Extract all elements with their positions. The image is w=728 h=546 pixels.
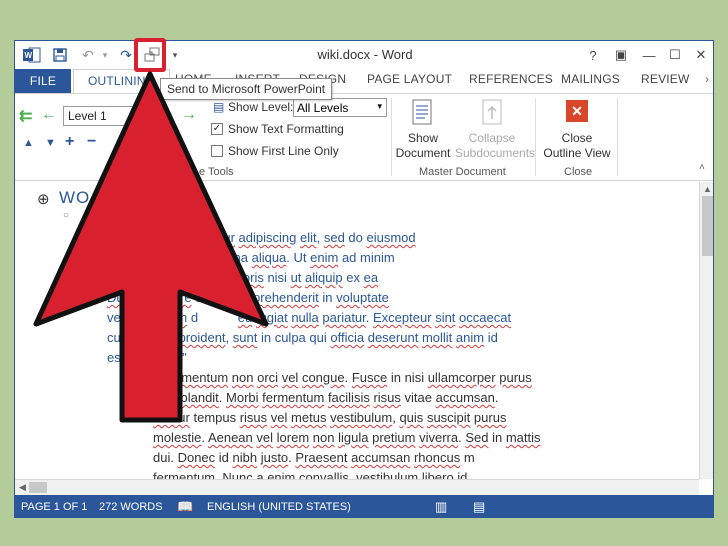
- pointer-arrow: [33, 71, 269, 423]
